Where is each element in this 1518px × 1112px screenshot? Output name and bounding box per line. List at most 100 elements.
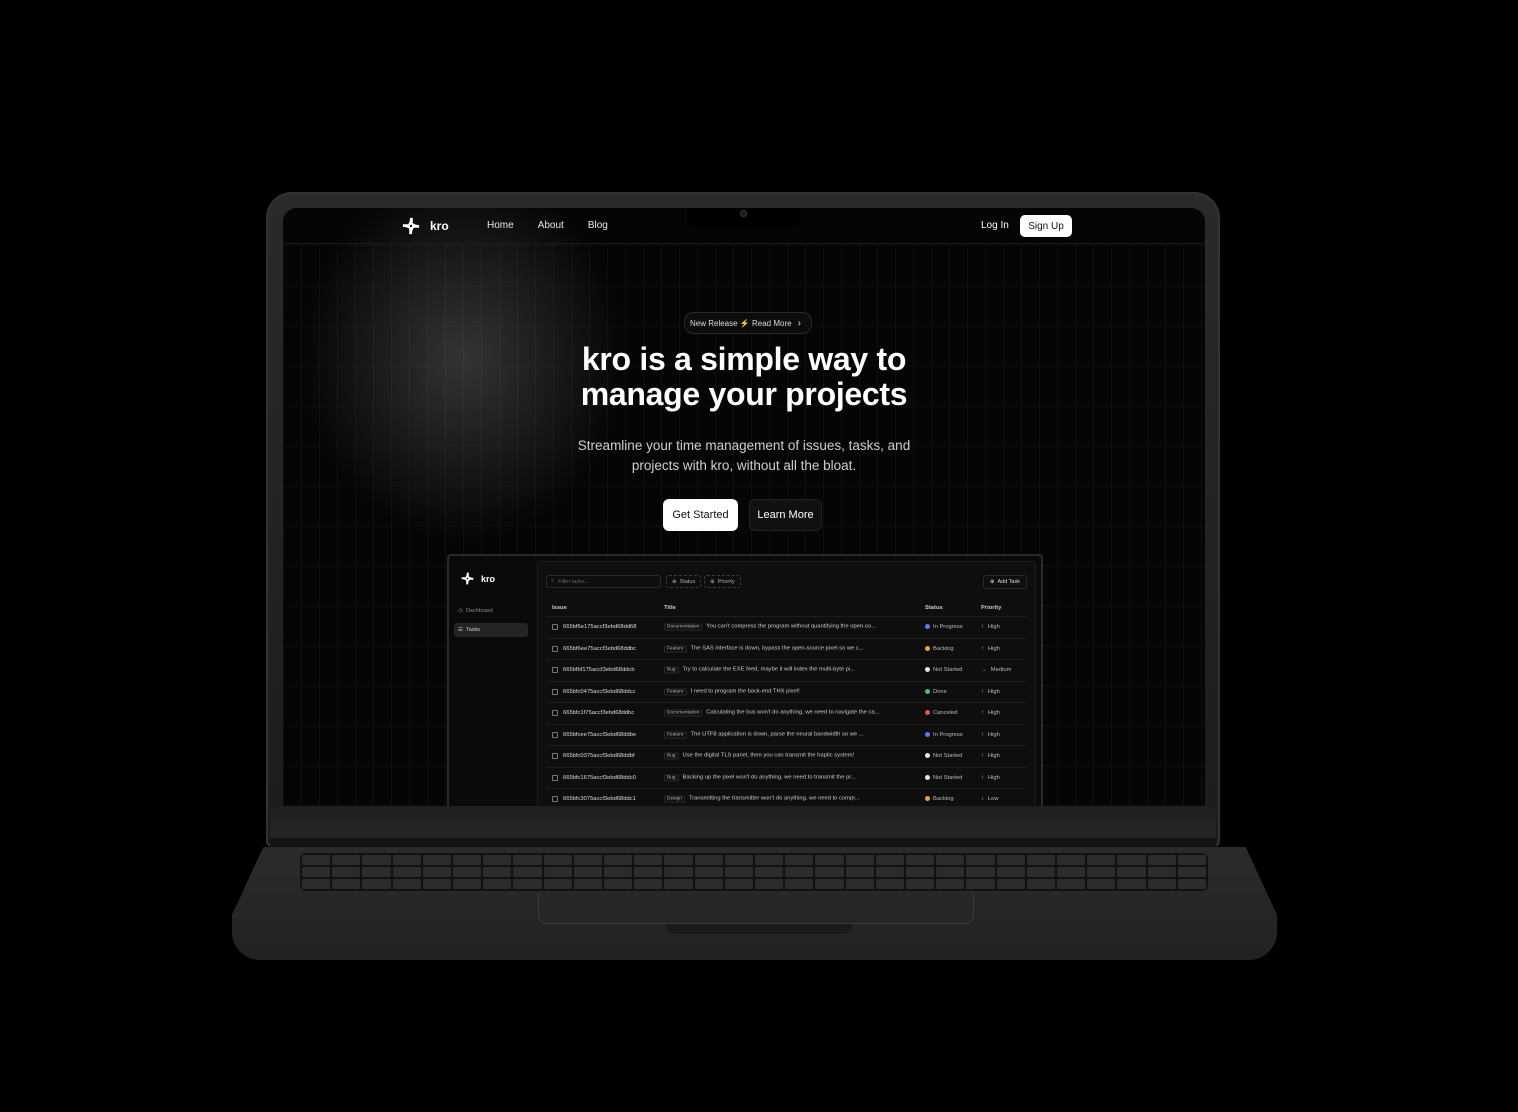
label-badge: Documentation <box>664 709 703 717</box>
keyboard-key <box>604 867 633 877</box>
issue-id: 665bf6e175accf3ebd68dd68 <box>563 624 637 631</box>
sidebar-item-tasks[interactable]: ☰ Tasks <box>454 623 528 637</box>
priority-arrow-icon: ↑ <box>981 731 984 738</box>
row-checkbox[interactable] <box>552 796 558 803</box>
table-row[interactable]: 665bf6ee75accf3ebd68ddbc Feature The SAS i… <box>546 639 1027 660</box>
keyboard-key <box>815 879 844 889</box>
status-text: Canceled <box>933 710 958 717</box>
nav-link-home[interactable]: Home <box>487 220 514 231</box>
signup-button[interactable]: Sign Up <box>1020 215 1072 237</box>
keyboard-key <box>936 867 965 877</box>
table-row[interactable]: 665bf6e175accf3ebd68dd68 Documentation You… <box>546 617 1027 639</box>
filter-input[interactable]: ⌕ Filter tasks... <box>546 575 661 588</box>
row-checkbox[interactable] <box>552 710 558 717</box>
row-checkbox[interactable] <box>552 645 558 652</box>
column-header-priority[interactable]: Priority <box>981 605 1001 611</box>
keyboard-key <box>392 879 421 889</box>
release-pill[interactable]: New Release ⚡ Read More › <box>684 312 812 334</box>
logo[interactable]: kro <box>402 217 449 235</box>
keyboard-key <box>785 879 814 889</box>
keyboard-key <box>634 879 663 889</box>
column-header-issue[interactable]: Issue <box>552 605 567 611</box>
keyboard-key <box>634 867 663 877</box>
priority-text: High <box>987 688 1000 695</box>
keyboard-key <box>906 879 935 889</box>
row-checkbox[interactable] <box>552 667 558 674</box>
nav-link-blog[interactable]: Blog <box>588 220 608 231</box>
status-text: Backlog <box>933 796 954 803</box>
issue-title-cell: Bug Backing up the pixel won't do anythin… <box>664 774 856 782</box>
row-checkbox[interactable] <box>552 688 558 695</box>
label-badge: Bug <box>664 752 679 760</box>
laptop-screen: kro Home About Blog Log In Sign Up New R… <box>283 208 1205 806</box>
column-header-title[interactable]: Title <box>664 605 676 611</box>
laptop-hinge <box>270 838 1216 848</box>
keyboard-key <box>815 855 844 865</box>
keyboard-key <box>604 879 633 889</box>
keyboard-key <box>392 855 421 865</box>
table-row[interactable]: 665bfc3075accf3ebd68ddc1 Design Transmitti… <box>546 789 1027 806</box>
plus-circle-icon: ⊕ <box>710 578 715 585</box>
keyboard-key <box>724 879 753 889</box>
learn-more-button[interactable]: Learn More <box>749 499 822 531</box>
status-cell: In Progress <box>925 624 963 630</box>
keyboard-key <box>996 879 1025 889</box>
login-link[interactable]: Log In <box>981 220 1009 231</box>
issue-id: 665bfbf175accf3ebd68ddcb <box>563 667 635 674</box>
keyboard-key <box>543 855 572 865</box>
table-row[interactable]: 665bfcee75accf3ebd68ddbe Feature The UTF8 … <box>546 725 1027 746</box>
table-row[interactable]: 665bfc0475accf3ebd68ddcc Feature I need to… <box>546 682 1027 703</box>
keyboard-key <box>483 879 512 889</box>
row-checkbox[interactable] <box>552 774 558 781</box>
app-logo: kro <box>461 572 495 585</box>
add-task-button[interactable]: ⊕ Add Task <box>982 575 1027 589</box>
keyboard-key <box>724 867 753 877</box>
keyboard-key <box>875 867 904 877</box>
keyboard-key <box>875 855 904 865</box>
keyboard-key <box>755 867 784 877</box>
priority-arrow-icon: ↑ <box>981 688 984 695</box>
issue-id: 665bf6ee75accf3ebd68ddbc <box>563 645 637 652</box>
sidebar-item-dashboard[interactable]: ◷ Dashboard <box>454 604 528 618</box>
keyboard-key <box>966 879 995 889</box>
tasks-icon: ☰ <box>458 627 463 633</box>
keyboard-key <box>966 855 995 865</box>
priority-arrow-icon: ↑ <box>981 645 984 652</box>
row-checkbox[interactable] <box>552 753 558 760</box>
keyboard-key <box>453 879 482 889</box>
keyboard-key <box>664 879 693 889</box>
table-row[interactable]: 665bfc0375accf3ebd68ddbf Bug Use the digit… <box>546 746 1027 768</box>
row-checkbox[interactable] <box>552 731 558 738</box>
get-started-button[interactable]: Get Started <box>663 499 738 531</box>
status-cell: Not Started <box>925 774 962 781</box>
label-badge: Bug <box>664 774 679 782</box>
status-text: In Progress <box>933 731 963 738</box>
table-row[interactable]: 665bfc1675accf3ebd68ddc0 Bug Backing up th… <box>546 768 1027 789</box>
priority-cell: ↑ High <box>981 646 1000 652</box>
keyboard-key <box>785 855 814 865</box>
table-row[interactable]: 665bfbf175accf3ebd68ddcb Bug Try to calcul… <box>546 660 1027 682</box>
column-header-status[interactable]: Status <box>925 605 943 611</box>
chip-label: Status <box>679 578 696 585</box>
issue-id: 665bfc1f75accf3ebd68ddbc <box>563 710 635 717</box>
status-filter-chip[interactable]: ⊕ Status <box>666 575 702 588</box>
keyboard-key <box>1057 879 1086 889</box>
priority-text: High <box>987 624 1000 631</box>
priority-text: High <box>987 753 1000 760</box>
keyboard-key <box>1177 855 1206 865</box>
priority-filter-chip[interactable]: ⊕ Priority <box>704 575 741 588</box>
keyboard-key <box>845 879 874 889</box>
keyboard-key <box>392 867 421 877</box>
keyboard-key <box>1026 879 1055 889</box>
nav-link-about[interactable]: About <box>538 220 564 231</box>
row-checkbox[interactable] <box>552 624 558 631</box>
keyboard-key <box>422 879 451 889</box>
plus-circle-icon: ⊕ <box>989 579 995 585</box>
status-dot-icon <box>925 688 930 694</box>
table-row[interactable]: 665bfc1f75accf3ebd68ddbc Documentation Cal… <box>546 703 1027 725</box>
keyboard-key <box>1087 879 1116 889</box>
camera-notch <box>687 208 800 228</box>
keyboard-key <box>664 855 693 865</box>
status-dot-icon <box>925 731 930 737</box>
issue-id: 665bfcee75accf3ebd68ddbe <box>563 731 637 738</box>
